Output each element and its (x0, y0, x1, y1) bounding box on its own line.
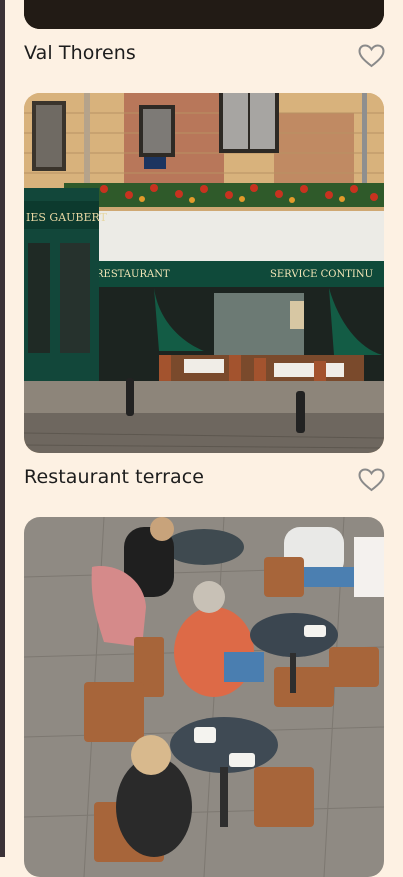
card-image-restaurant-terrace[interactable]: RESTAURANT SERVICE CONTINU IES GAUBERT (24, 93, 384, 453)
card-title: Restaurant terrace (24, 466, 205, 488)
card-image-val-thorens[interactable] (24, 0, 384, 29)
window-edge (0, 0, 5, 857)
card-image-cafe-tables[interactable] (24, 517, 384, 877)
card-title: Val Thorens (24, 42, 136, 64)
awning-left-text: RESTAURANT (96, 269, 170, 280)
favorite-heart-icon[interactable] (358, 468, 385, 492)
awning-right-text: SERVICE CONTINU (270, 269, 373, 280)
shop-sign-text: IES GAUBERT (26, 211, 108, 224)
favorite-heart-icon[interactable] (358, 44, 385, 68)
